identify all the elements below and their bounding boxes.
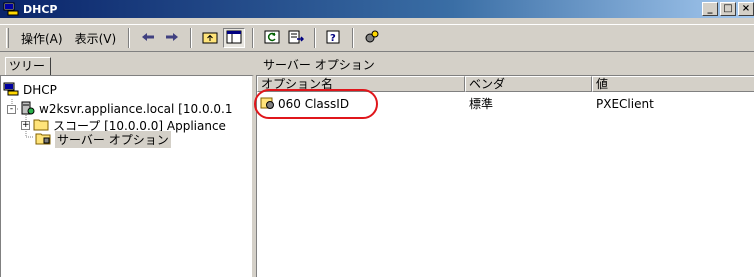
help-button[interactable]: ?	[323, 28, 345, 48]
option-value: PXEClient	[596, 97, 654, 111]
column-header-vendor[interactable]: ベンダ	[465, 76, 592, 92]
toolbar: 操作(A) 表示(V) ?	[0, 24, 754, 52]
dhcp-app-icon	[3, 2, 19, 16]
minimize-button[interactable]: _	[702, 2, 718, 16]
close-button[interactable]: ×	[738, 2, 754, 16]
options-folder-icon	[35, 131, 51, 148]
refresh-button[interactable]	[261, 28, 283, 48]
toolbar-separator	[252, 28, 255, 48]
up-folder-icon	[202, 30, 218, 47]
view-menu[interactable]: 表示(V)	[69, 30, 123, 47]
help-icon: ?	[326, 30, 342, 47]
maximize-button[interactable]: □	[720, 2, 736, 16]
tree-item-label: DHCP	[23, 83, 57, 97]
pane-title: サーバー オプション	[256, 55, 754, 75]
svg-text:?: ?	[330, 33, 336, 44]
tree-item-dhcp[interactable]: DHCP	[3, 82, 57, 98]
toolbar-separator	[352, 28, 355, 48]
dhcp-window: DHCP _ □ × 操作(A) 表示(V) ? ツリー DHCP - w2ks…	[0, 0, 754, 277]
dhcp-options-button[interactable]	[361, 28, 383, 48]
dhcp-icon	[3, 82, 19, 99]
action-menu[interactable]: 操作(A)	[15, 30, 69, 47]
refresh-icon	[264, 30, 280, 47]
tree-item-label: w2ksvr.appliance.local [10.0.0.1	[39, 102, 233, 116]
tree-tab-bar: ツリー	[0, 55, 254, 75]
toolbar-separator	[128, 28, 131, 48]
expand-toggle[interactable]: +	[21, 120, 30, 130]
window-title: DHCP	[23, 2, 58, 16]
server-icon	[19, 101, 35, 118]
export-list-icon	[288, 30, 305, 47]
tree-item-label: サーバー オプション	[55, 130, 171, 148]
title-bar[interactable]: DHCP _ □ ×	[0, 0, 754, 18]
export-list-button[interactable]	[285, 28, 307, 48]
back-button[interactable]	[137, 28, 159, 48]
back-arrow-icon	[141, 31, 155, 45]
show-tree-icon	[226, 30, 242, 47]
option-vendor: 標準	[469, 97, 494, 111]
up-level-button[interactable]	[199, 28, 221, 48]
tree-tab[interactable]: ツリー	[5, 57, 51, 75]
collapse-toggle[interactable]: -	[7, 104, 16, 114]
toolbar-separator	[314, 28, 317, 48]
forward-arrow-icon	[165, 31, 179, 45]
forward-button[interactable]	[161, 28, 183, 48]
toolbar-separator	[190, 28, 193, 48]
tree-item-server[interactable]: - w2ksvr.appliance.local [10.0.0.1	[7, 101, 232, 117]
show-tree-button[interactable]	[223, 28, 246, 48]
tree-item-server-options[interactable]: サーバー オプション	[35, 130, 171, 148]
highlight-circle	[254, 89, 378, 119]
column-header-value[interactable]: 値	[592, 76, 754, 92]
dhcp-options-icon	[364, 30, 380, 47]
toolbar-grip[interactable]	[6, 28, 9, 48]
tree-view: DHCP - w2ksvr.appliance.local [10.0.0.1 …	[0, 75, 254, 277]
